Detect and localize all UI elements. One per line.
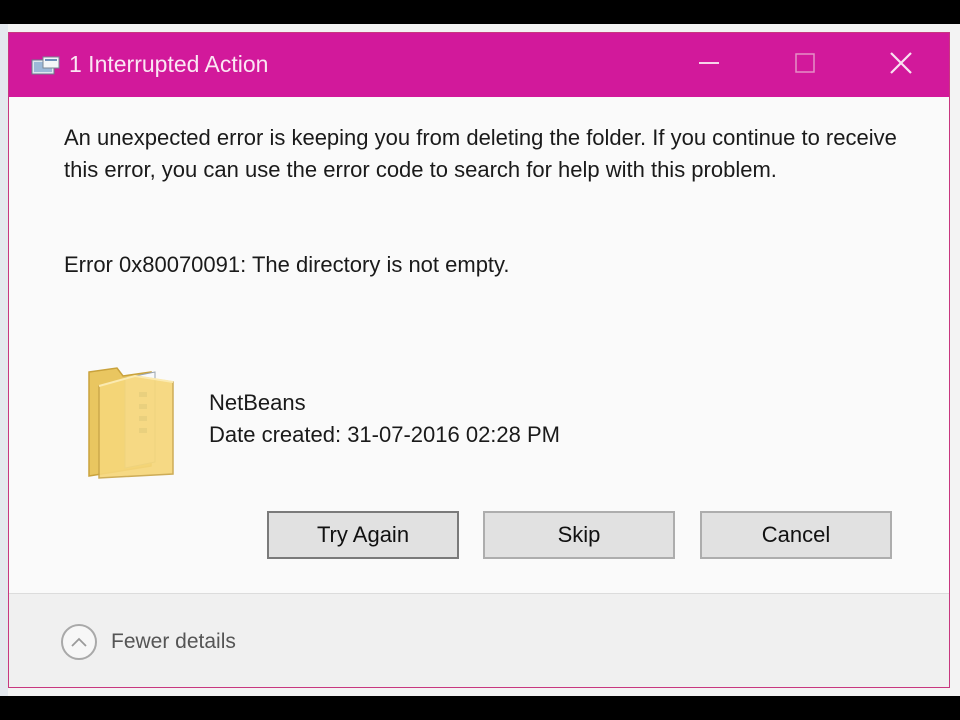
- fewer-details-toggle[interactable]: Fewer details: [61, 622, 236, 662]
- item-name: NetBeans: [209, 390, 306, 415]
- file-operation-icon: [31, 55, 61, 77]
- skip-button[interactable]: Skip: [483, 511, 675, 559]
- error-code-text: Error 0x80070091: The directory is not e…: [64, 252, 510, 277]
- minimize-button[interactable]: [661, 33, 757, 97]
- minimize-icon: [698, 52, 720, 79]
- error-message: An unexpected error is keeping you from …: [64, 125, 897, 182]
- folder-icon: [83, 362, 179, 480]
- dialog-content: An unexpected error is keeping you from …: [9, 97, 949, 593]
- cancel-button[interactable]: Cancel: [700, 511, 892, 559]
- maximize-icon: [794, 52, 816, 79]
- window-title: 1 Interrupted Action: [69, 51, 269, 77]
- item-date-created: Date created: 31-07-2016 02:28 PM: [209, 422, 561, 447]
- try-again-button[interactable]: Try Again: [267, 511, 459, 559]
- background-window-edge: [0, 24, 8, 696]
- chevron-up-icon: [61, 624, 97, 660]
- fewer-details-label: Fewer details: [111, 630, 236, 653]
- dialog-footer: Fewer details: [9, 594, 949, 687]
- close-icon: [889, 51, 913, 80]
- close-button[interactable]: [853, 33, 949, 97]
- title-bar[interactable]: 1 Interrupted Action: [9, 33, 949, 97]
- maximize-button[interactable]: [757, 33, 853, 97]
- interrupted-action-dialog: 1 Interrupted Action An unexpected error…: [8, 32, 950, 688]
